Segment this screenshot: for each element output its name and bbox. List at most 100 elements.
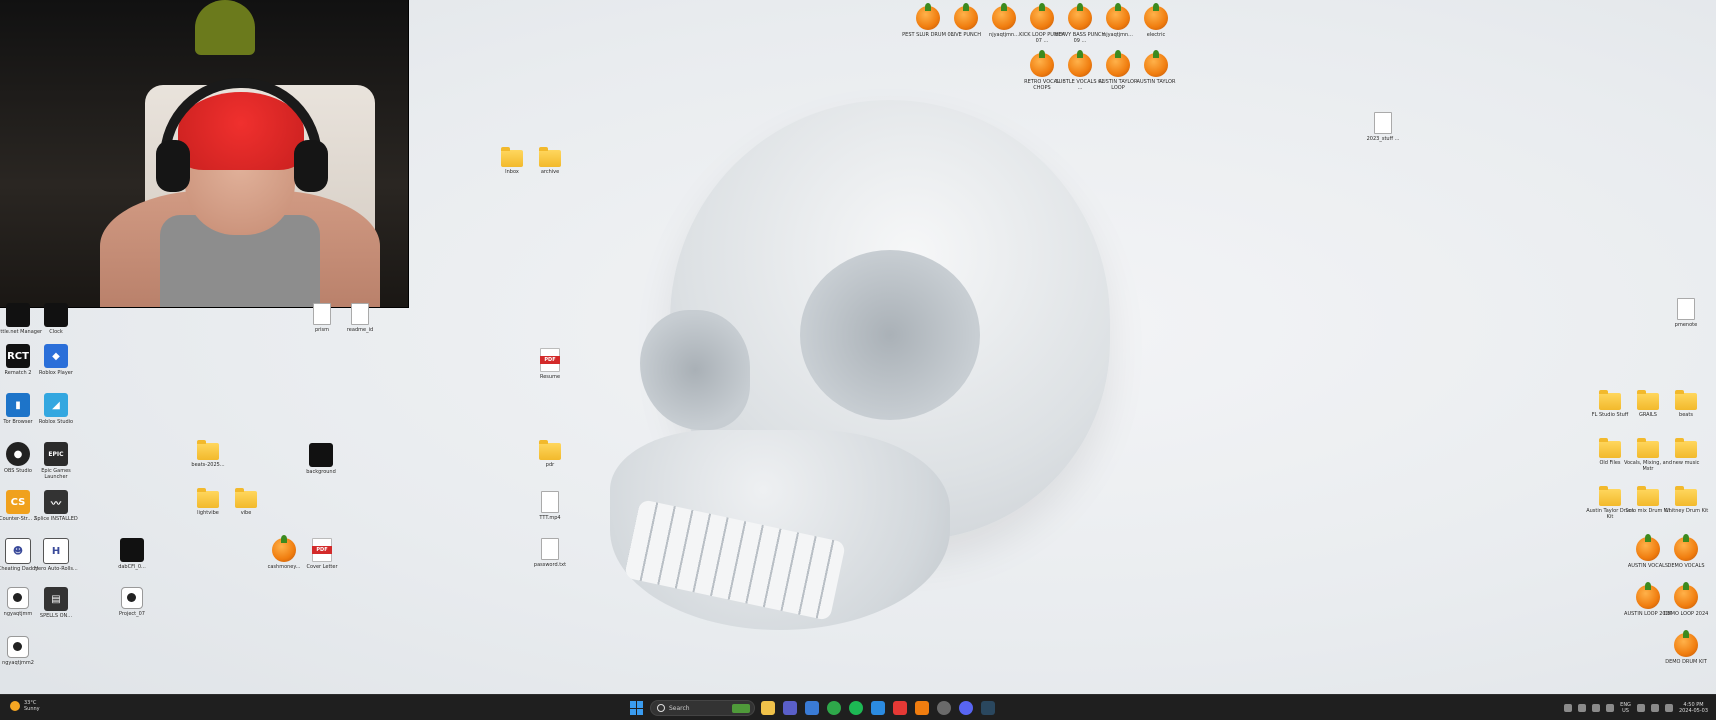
wifi-icon[interactable] [1636, 704, 1645, 712]
obs-icon[interactable] [937, 701, 951, 715]
video-file-icon [7, 636, 29, 658]
desktop-icon[interactable]: ◆ Roblox Player [30, 344, 82, 376]
steam-icon[interactable] [981, 701, 995, 715]
taskbar-search[interactable]: Search [650, 700, 755, 716]
windows-logo-tile [630, 701, 636, 708]
pdf-file-icon: PDF [540, 348, 560, 372]
app-shortcut-icon [6, 303, 30, 327]
desktop-icon-label: archive [540, 169, 560, 175]
desktop-icon[interactable]: archive [524, 147, 576, 175]
desktop-icon[interactable]: beats-2025... [182, 440, 234, 468]
pdf-file-icon: PDF [312, 538, 332, 562]
webcam-earcup-left [156, 140, 190, 192]
folder-icon [1599, 390, 1621, 410]
desktop-icon[interactable]: new music [1660, 438, 1712, 466]
desktop-icon[interactable]: electric [1130, 3, 1182, 38]
desktop-icon[interactable]: Project_07 [106, 587, 158, 617]
desktop-icon[interactable]: DEMO VOCALS [1660, 534, 1712, 569]
desktop-icon-label: new music [1672, 460, 1700, 466]
app-shortcut-icon [120, 538, 144, 562]
desktop-icon-label: Whitney Drum Kit [1663, 508, 1709, 514]
fl-studio-project-icon [1636, 582, 1660, 609]
app-shortcut-icon: ◢ [44, 393, 68, 417]
document-icon [541, 538, 559, 560]
desktop-icon-label: DEMO DRUM KIT [1665, 659, 1707, 665]
desktop-icon[interactable]: readme_id [334, 303, 386, 333]
desktop-icon[interactable]: Clock [30, 303, 82, 335]
document-icon [1677, 298, 1695, 320]
desktop-icon[interactable]: dabCFl_0... [106, 538, 158, 570]
desktop-icon-label: Clock [49, 329, 63, 335]
app-shortcut-icon: 〰 [44, 490, 68, 514]
fl-studio-project-icon [272, 535, 296, 562]
desktop-icon-label: beats-2025... [191, 462, 225, 468]
desktop-icon[interactable]: ◢ Roblox Studio [30, 393, 82, 425]
desktop-icon-label: Roblox Studio [38, 419, 74, 425]
desktop-icon[interactable]: beats [1660, 390, 1712, 418]
desktop-icon[interactable]: DEMO LOOP 2024 [1660, 582, 1712, 617]
taskbar-apps [761, 701, 995, 715]
sun-icon [10, 701, 20, 711]
video-file-icon [7, 587, 29, 609]
language-indicator[interactable]: ENG US [1620, 702, 1631, 714]
onedrive-icon[interactable] [1592, 704, 1601, 712]
desktop-icon[interactable]: vibe [220, 488, 272, 516]
desktop-icon-label: Roblox Player [39, 370, 73, 376]
teams-icon[interactable] [783, 701, 797, 715]
store-icon[interactable] [805, 701, 819, 715]
app-shortcut-icon: ◆ [44, 344, 68, 368]
desktop-icon[interactable]: 2023_stuff ... [1357, 112, 1409, 142]
weather-condition: Sunny [24, 706, 40, 712]
fl-studio-project-icon [954, 3, 978, 30]
start-button[interactable] [630, 701, 644, 715]
weather-widget[interactable]: 33°C Sunny [10, 700, 40, 712]
network-icon[interactable] [1578, 704, 1587, 712]
folder-icon [1637, 390, 1659, 410]
skull-eye-right [800, 250, 980, 420]
desktop-icon-label: beats [1679, 412, 1693, 418]
app-shortcut-icon: ▮ [6, 393, 30, 417]
windows-logo-tile [637, 701, 643, 708]
fl-studio-project-icon [1030, 3, 1054, 30]
folder-icon [539, 440, 561, 460]
desktop-icon[interactable]: background [295, 443, 347, 475]
file-explorer-icon[interactable] [761, 701, 775, 715]
clock[interactable]: 4:50 PM 2024-05-03 [1679, 702, 1708, 714]
fl-studio-icon[interactable] [915, 701, 929, 715]
desktop-icon[interactable]: PDF Cover Letter [296, 538, 348, 570]
security-icon[interactable] [1606, 704, 1615, 712]
desktop-icon[interactable]: PDF Resume [524, 348, 576, 380]
desktop-icon[interactable]: ngyaqtjmm2 [0, 636, 44, 666]
edge-icon[interactable] [871, 701, 885, 715]
fl-studio-project-icon [1636, 534, 1660, 561]
desktop-icon[interactable]: pdr [524, 440, 576, 468]
desktop-icon[interactable]: password.txt [524, 538, 576, 568]
volume-icon[interactable] [1650, 704, 1659, 712]
desktop-icon[interactable]: H Hero Auto-Rolls... [30, 538, 82, 572]
desktop-icon[interactable]: DEMO DRUM KIT [1660, 630, 1712, 665]
fl-studio-project-icon [916, 3, 940, 30]
youtube-icon[interactable] [893, 701, 907, 715]
app-shortcut-icon: ▤ [44, 587, 68, 611]
desktop-icon[interactable]: Whitney Drum Kit [1660, 486, 1712, 514]
folder-icon [1599, 486, 1621, 506]
battery-icon[interactable] [1664, 704, 1673, 712]
skull-eye-left [640, 310, 750, 430]
desktop-icon-label: pdr [545, 462, 555, 468]
spotify-icon[interactable] [849, 701, 863, 715]
chrome-icon[interactable] [827, 701, 841, 715]
app-shortcut-icon: RCT [6, 344, 30, 368]
taskbar: 33°C Sunny Search ENG US 4:50 PM 2024-05… [0, 694, 1716, 720]
fl-studio-project-icon [1068, 3, 1092, 30]
discord-icon[interactable] [959, 701, 973, 715]
desktop-icon[interactable]: EPIC Epic Games Launcher [30, 442, 82, 480]
fl-studio-project-icon [1674, 630, 1698, 657]
desktop-icon[interactable]: ▤ SPELLS ON... [30, 587, 82, 619]
desktop-icon[interactable]: TTT.mp4 [524, 491, 576, 521]
desktop-icon[interactable]: 〰 Splice INSTALLED [30, 490, 82, 522]
wallpaper-skull [600, 100, 1140, 640]
windows-logo-tile [630, 708, 636, 715]
desktop-icon[interactable]: pmenote [1660, 298, 1712, 328]
desktop-icon[interactable]: AUSTIN TAYLOR [1130, 50, 1182, 85]
chevron-up-icon[interactable] [1564, 704, 1573, 712]
